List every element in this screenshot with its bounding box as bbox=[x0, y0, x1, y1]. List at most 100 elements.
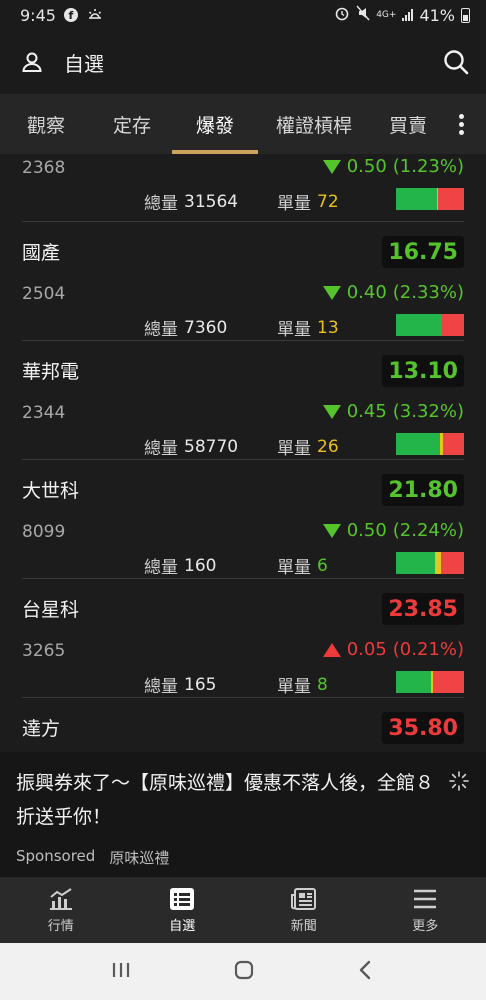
chart-icon bbox=[49, 887, 72, 910]
buy-sell-bar bbox=[396, 314, 464, 336]
nav-market[interactable]: 行情 bbox=[0, 877, 122, 943]
change-value: 0.40 bbox=[346, 282, 387, 303]
volume-row: 總量 58770 單量 26 bbox=[144, 434, 339, 460]
recent-apps-icon[interactable] bbox=[111, 961, 131, 983]
stock-change: 0.40 (2.33%) bbox=[322, 282, 464, 303]
buy-sell-bar bbox=[396, 671, 464, 693]
stock-list[interactable]: 2368 0.50 (1.23%) 總量 31564 單量 72 國產 16.7… bbox=[0, 154, 486, 752]
stock-change: 0.05 (0.21%) bbox=[322, 639, 464, 660]
sponsored-ad[interactable]: 振興券來了～【原味巡禮】優惠不落人後，全館８折送乎你！ Sponsored 原味… bbox=[0, 752, 486, 877]
tab-warrant-leverage[interactable]: 權證槓桿 bbox=[258, 94, 370, 154]
stock-row[interactable]: 華邦電 13.10 2344 0.45 (3.32%) 總量 58770 單量 … bbox=[22, 341, 464, 460]
total-volume: 165 bbox=[184, 674, 217, 695]
stock-row[interactable]: 台星科 23.85 3265 0.05 (0.21%) 總量 165 單量 8 bbox=[22, 579, 464, 698]
stock-row[interactable]: 國產 16.75 2504 0.40 (2.33%) 總量 7360 單量 13 bbox=[22, 222, 464, 341]
stock-row[interactable]: 達方 35.80 bbox=[22, 698, 464, 752]
nav-more[interactable]: 更多 bbox=[365, 877, 486, 943]
unit-volume-label: 單量 bbox=[277, 194, 311, 214]
total-volume-label: 總量 bbox=[144, 439, 178, 459]
nav-watchlist[interactable]: 自選 bbox=[122, 877, 244, 943]
stock-name: 台星科 bbox=[22, 599, 80, 621]
down-arrow-icon bbox=[322, 285, 341, 300]
change-percent: (3.32%) bbox=[392, 401, 464, 422]
stock-code: 3265 bbox=[22, 641, 66, 661]
stock-row[interactable]: 大世科 21.80 8099 0.50 (2.24%) 總量 160 單量 6 bbox=[22, 460, 464, 579]
unit-volume: 26 bbox=[317, 436, 339, 457]
home-icon[interactable] bbox=[233, 959, 255, 985]
change-percent: (1.23%) bbox=[392, 156, 464, 177]
mute-icon bbox=[356, 5, 370, 25]
bottom-navigation: 行情 自選 新聞 更多 bbox=[0, 877, 486, 943]
volume-row: 總量 160 單量 6 bbox=[144, 553, 328, 579]
change-percent: (0.21%) bbox=[392, 639, 464, 660]
menu-icon bbox=[414, 889, 437, 908]
stock-change: 0.45 (3.32%) bbox=[322, 401, 464, 422]
stock-name: 華邦電 bbox=[22, 361, 80, 383]
volume-row: 總量 7360 單量 13 bbox=[144, 315, 339, 341]
nav-label: 更多 bbox=[412, 918, 439, 934]
up-arrow-icon bbox=[322, 642, 341, 657]
ad-text: 振興券來了～【原味巡禮】優惠不落人後，全館８折送乎你！ bbox=[16, 772, 435, 828]
stock-change: 0.50 (1.23%) bbox=[322, 156, 464, 177]
total-volume-label: 總量 bbox=[144, 194, 178, 214]
down-arrow-icon bbox=[322, 159, 341, 174]
sponsored-label: Sponsored bbox=[16, 847, 96, 865]
stock-name: 達方 bbox=[22, 718, 61, 740]
total-volume-label: 總量 bbox=[144, 320, 178, 340]
unit-volume-label: 單量 bbox=[277, 439, 311, 459]
stock-price: 13.10 bbox=[382, 355, 464, 387]
more-tabs-button[interactable] bbox=[446, 94, 476, 154]
change-value: 0.05 bbox=[346, 639, 387, 660]
tab-watch[interactable]: 觀察 bbox=[0, 94, 92, 154]
tab-trade[interactable]: 買賣 bbox=[370, 94, 446, 154]
stock-change: 0.50 (2.24%) bbox=[322, 520, 464, 541]
list-icon bbox=[170, 887, 195, 910]
stock-name: 大世科 bbox=[22, 480, 80, 502]
signal-icon bbox=[402, 9, 414, 21]
unit-volume: 6 bbox=[317, 555, 328, 576]
battery-icon bbox=[461, 7, 470, 23]
total-volume-label: 總量 bbox=[144, 558, 178, 578]
stock-price: 21.80 bbox=[382, 474, 464, 506]
search-icon[interactable] bbox=[442, 48, 470, 76]
system-navigation-bar bbox=[0, 943, 486, 1000]
nav-label: 自選 bbox=[169, 918, 196, 934]
stock-price: 23.85 bbox=[382, 593, 464, 625]
weather-icon bbox=[86, 6, 104, 25]
down-arrow-icon bbox=[322, 404, 341, 419]
change-percent: (2.33%) bbox=[392, 282, 464, 303]
unit-volume-label: 單量 bbox=[277, 558, 311, 578]
status-time: 9:45 bbox=[20, 5, 56, 25]
total-volume-label: 總量 bbox=[144, 677, 178, 697]
status-left: 9:45 f bbox=[20, 6, 334, 25]
app-bar: 自選 bbox=[0, 30, 486, 94]
volume-row: 總量 165 單量 8 bbox=[144, 672, 328, 698]
user-icon[interactable] bbox=[20, 50, 44, 74]
more-vert-icon bbox=[458, 113, 464, 135]
nav-news[interactable]: 新聞 bbox=[243, 877, 365, 943]
unit-volume: 8 bbox=[317, 674, 328, 695]
stock-code: 2368 bbox=[22, 158, 66, 178]
status-bar: 9:45 f 4G+ 41% bbox=[0, 0, 486, 30]
network-type: 4G+ bbox=[376, 10, 397, 20]
stock-code: 2504 bbox=[22, 284, 66, 304]
ad-choices-icon[interactable] bbox=[448, 770, 470, 792]
volume-row: 總量 31564 單量 72 bbox=[144, 189, 339, 215]
change-value: 0.50 bbox=[346, 156, 387, 177]
ad-meta: Sponsored 原味巡禮 bbox=[16, 847, 169, 868]
tab-deposit[interactable]: 定存 bbox=[92, 94, 172, 154]
down-arrow-icon bbox=[322, 523, 341, 538]
back-icon[interactable] bbox=[357, 960, 375, 984]
status-right: 4G+ 41% bbox=[334, 5, 470, 25]
total-volume: 7360 bbox=[184, 317, 228, 338]
stock-code: 8099 bbox=[22, 522, 66, 542]
unit-volume: 13 bbox=[317, 317, 339, 338]
total-volume: 160 bbox=[184, 555, 217, 576]
unit-volume: 72 bbox=[317, 191, 339, 212]
unit-volume-label: 單量 bbox=[277, 320, 311, 340]
tab-breakout[interactable]: 爆發 bbox=[172, 94, 258, 154]
stock-row[interactable]: 2368 0.50 (1.23%) 總量 31564 單量 72 bbox=[22, 154, 464, 222]
tab-bar: 觀察 定存 爆發 權證槓桿 買賣 bbox=[0, 94, 486, 154]
stock-name: 國產 bbox=[22, 242, 61, 264]
facebook-icon: f bbox=[63, 8, 78, 22]
